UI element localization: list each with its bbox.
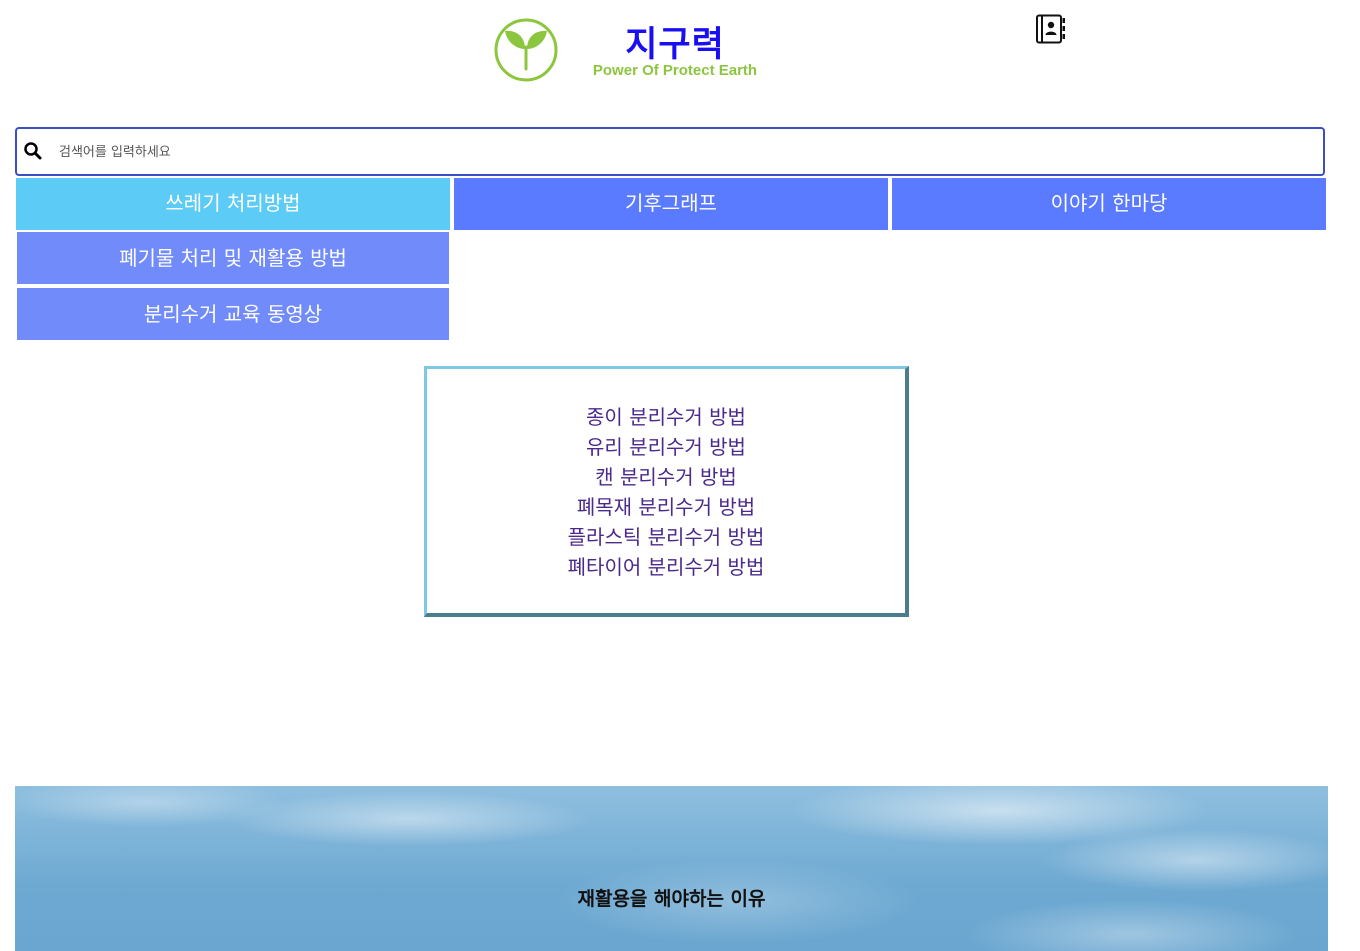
search-icon[interactable] (23, 141, 43, 161)
search-input[interactable] (57, 135, 1311, 169)
banner-title: 재활용을 해야하는 이유 (577, 888, 766, 910)
tab-waste-disposal[interactable]: 쓰레기 처리방법 (16, 178, 450, 230)
tab-climate-graph[interactable]: 기후그래프 (454, 178, 888, 230)
method-link-wood[interactable]: 폐목재 분리수거 방법 (427, 492, 905, 522)
method-link-paper[interactable]: 종이 분리수거 방법 (427, 402, 905, 432)
method-link-can[interactable]: 캔 분리수거 방법 (427, 462, 905, 492)
search-bar (15, 127, 1325, 176)
site-header: 지구력 Power Of Protect Earth (0, 0, 1360, 110)
recycling-methods-box: 종이 분리수거 방법 유리 분리수거 방법 캔 분리수거 방법 폐목재 분리수거… (424, 366, 909, 617)
method-link-glass[interactable]: 유리 분리수거 방법 (427, 432, 905, 462)
method-link-tire[interactable]: 폐타이어 분리수거 방법 (427, 552, 905, 582)
submenu-item-education-video[interactable]: 분리수거 교육 동영상 (17, 288, 449, 340)
method-link-plastic[interactable]: 플라스틱 분리수거 방법 (427, 522, 905, 552)
tab-story-forum[interactable]: 이야기 한마당 (892, 178, 1326, 230)
sky-banner: 재활용을 해야하는 이유 (15, 786, 1328, 951)
recycling-methods-list: 종이 분리수거 방법 유리 분리수거 방법 캔 분리수거 방법 폐목재 분리수거… (427, 402, 905, 582)
site-subtitle: Power Of Protect Earth (592, 62, 758, 79)
site-title[interactable]: 지구력 (600, 16, 750, 67)
address-book-icon[interactable] (1035, 14, 1067, 44)
submenu-item-waste-recycling[interactable]: 폐기물 처리 및 재활용 방법 (17, 232, 449, 284)
sprout-leaf-icon[interactable] (493, 17, 559, 83)
